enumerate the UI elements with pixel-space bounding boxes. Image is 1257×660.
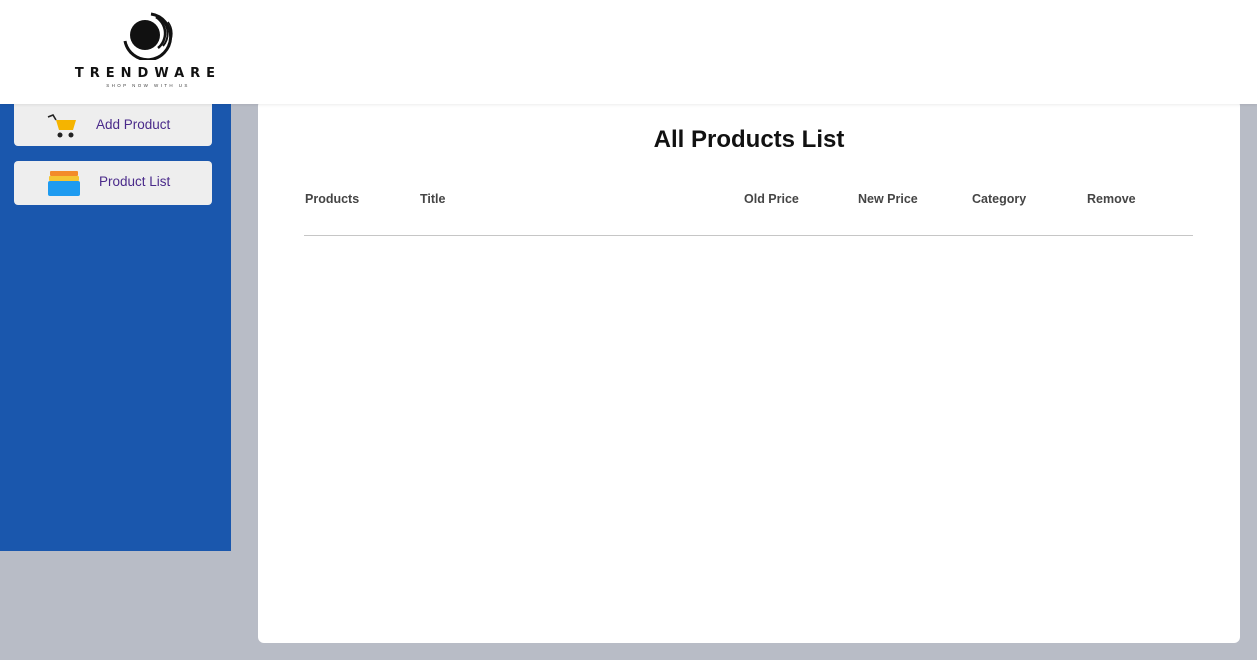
column-header-category: Category <box>972 192 1027 206</box>
sidebar-item-add-product[interactable]: Add Product <box>14 104 212 146</box>
table-header-divider <box>304 235 1193 236</box>
stacked-list-icon <box>48 171 80 196</box>
product-list-panel: All Products List Products Title Old Pri… <box>258 100 1240 643</box>
shopping-cart-icon <box>47 114 76 138</box>
sidebar-item-label: Add Product <box>96 117 171 132</box>
column-header-products: Products <box>305 192 360 206</box>
sidebar-item-label: Product List <box>99 174 171 189</box>
column-header-remove: Remove <box>1087 192 1136 206</box>
concentric-orbit-logo-icon <box>123 12 173 60</box>
page-title: All Products List <box>653 126 845 153</box>
brand-tagline: SHOP NOW WITH US <box>106 83 190 88</box>
brand-logo[interactable]: TRENDWARE SHOP NOW WITH US <box>58 8 238 94</box>
column-header-old-price: Old Price <box>744 192 799 206</box>
sidebar-item-product-list[interactable]: Product List <box>14 161 212 205</box>
top-navbar: TRENDWARE SHOP NOW WITH US <box>0 0 1257 104</box>
brand-name: TRENDWARE <box>74 66 222 81</box>
column-header-new-price: New Price <box>858 192 918 206</box>
column-header-title: Title <box>420 192 446 206</box>
